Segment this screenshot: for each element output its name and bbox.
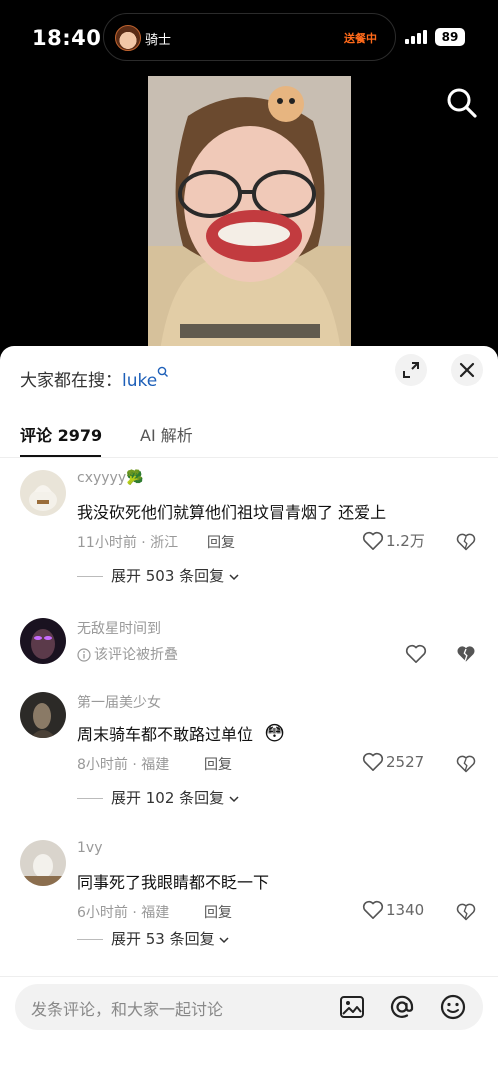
divider — [0, 457, 498, 458]
search-icon[interactable] — [446, 87, 478, 119]
battery-icon: 89 — [435, 28, 465, 46]
broken-heart-icon[interactable] — [456, 902, 476, 922]
expand-replies-label: 展开 503 条回复 — [111, 567, 225, 585]
comment-username[interactable]: cxyyyy🥦 — [77, 470, 144, 486]
emoji: 😳 — [264, 721, 285, 745]
expand-replies-label: 展开 102 条回复 — [111, 789, 225, 807]
heart-outline-icon — [362, 752, 384, 771]
broken-heart-filled-icon[interactable] — [456, 644, 476, 664]
chevron-down-icon — [219, 937, 229, 944]
island-avatar — [115, 25, 141, 51]
dynamic-island[interactable]: 骑士 送餐中 — [103, 13, 396, 61]
like-button[interactable]: 1340 — [362, 900, 424, 920]
comment-text: 我没砍死他们就算他们祖坟冒青烟了 还爱上 — [77, 503, 387, 522]
comment-text-body: 周末骑车都不敢路过单位 — [77, 725, 254, 744]
clock: 18:40 — [32, 26, 102, 50]
reply-button[interactable]: 回复 — [204, 754, 232, 774]
heart-outline-icon[interactable] — [405, 644, 427, 664]
expand-replies[interactable]: 展开 53 条回复 — [77, 928, 229, 949]
collapse-button[interactable] — [395, 354, 427, 386]
comment-input[interactable]: 发条评论，和大家一起讨论 — [15, 984, 483, 1030]
close-icon — [459, 362, 475, 378]
search-suggestion-prefix: 大家都在搜： — [20, 371, 122, 391]
search-suggestion[interactable]: 大家都在搜：luke — [20, 366, 169, 391]
divider — [77, 939, 103, 940]
video-thumbnail — [148, 76, 351, 366]
expand-replies[interactable]: 展开 102 条回复 — [77, 787, 239, 808]
tab-ai-analysis[interactable]: AI 解析 — [140, 422, 193, 446]
emoji-icon[interactable] — [438, 992, 468, 1022]
comment-input-placeholder: 发条评论，和大家一起讨论 — [31, 1000, 224, 1019]
search-small-icon — [157, 366, 169, 377]
divider — [77, 576, 103, 577]
status-bar: 18:40 骑士 送餐中 89 — [0, 0, 498, 76]
comment-item: 第一届美少女 周末骑车都不敢路过单位 😳 8小时前 · 福建 回复 2527 展… — [0, 692, 498, 807]
at-icon[interactable] — [387, 992, 417, 1022]
like-count: 2527 — [386, 753, 425, 771]
image-icon[interactable] — [337, 992, 367, 1022]
divider — [0, 976, 498, 977]
video-player[interactable] — [0, 76, 498, 366]
comment-item: 无敌星时间到 该评论被折叠 — [0, 618, 498, 668]
collapse-icon — [403, 362, 419, 378]
divider — [77, 798, 103, 799]
heart-outline-icon — [362, 531, 384, 550]
comment-username[interactable]: 第一届美少女 — [77, 692, 161, 712]
island-title: 骑士 — [145, 33, 172, 48]
avatar[interactable] — [20, 470, 66, 516]
reply-button[interactable]: 回复 — [204, 902, 232, 922]
info-icon — [77, 648, 91, 662]
comment-text: 周末骑车都不敢路过单位 😳 — [77, 721, 285, 745]
comment-tabs: 评论 2979 AI 解析 — [0, 418, 498, 458]
comment-username[interactable]: 1vy — [77, 840, 102, 856]
comment-item: 1vy 同事死了我眼睛都不眨一下 6小时前 · 福建 回复 1340 展开 53… — [0, 840, 498, 952]
signal-icon — [405, 30, 427, 44]
collapsed-note-text: 该评论被折叠 — [94, 647, 178, 663]
video-frame[interactable] — [148, 76, 351, 366]
comment-meta: 11小时前 · 浙江 — [77, 535, 179, 551]
avatar[interactable] — [20, 692, 66, 738]
comment-meta: 8小时前 · 福建 — [77, 757, 170, 773]
broken-heart-icon[interactable] — [456, 532, 476, 552]
chevron-down-icon — [229, 574, 239, 581]
tab-comments[interactable]: 评论 2979 — [20, 422, 102, 446]
comment-text: 同事死了我眼睛都不眨一下 — [77, 873, 270, 892]
like-button[interactable]: 1.2万 — [362, 530, 425, 551]
like-count: 1.2万 — [386, 532, 425, 550]
app-root: 18:40 骑士 送餐中 89 大家都在搜：luke 评论 2979 AI 解析… — [0, 0, 498, 1080]
like-count: 1340 — [386, 901, 425, 919]
comment-meta: 6小时前 · 福建 — [77, 905, 170, 921]
heart-outline-icon — [362, 900, 384, 919]
like-button[interactable]: 2527 — [362, 752, 424, 772]
island-status: 送餐中 — [344, 32, 377, 45]
comment-username[interactable]: 无敌星时间到 — [77, 618, 161, 638]
comment-item: cxyyyy🥦 我没砍死他们就算他们祖坟冒青烟了 还爱上 11小时前 · 浙江 … — [0, 470, 498, 585]
avatar[interactable] — [20, 840, 66, 886]
comment-sheet: 大家都在搜：luke 评论 2979 AI 解析 cxyyyy🥦 我没砍死他们就… — [0, 346, 498, 1080]
collapsed-note: 该评论被折叠 — [77, 644, 178, 664]
reply-button[interactable]: 回复 — [207, 532, 235, 552]
chevron-down-icon — [229, 796, 239, 803]
expand-replies-label: 展开 53 条回复 — [111, 930, 215, 948]
broken-heart-icon[interactable] — [456, 754, 476, 774]
close-button[interactable] — [451, 354, 483, 386]
avatar[interactable] — [20, 618, 66, 664]
expand-replies[interactable]: 展开 503 条回复 — [77, 565, 239, 586]
search-suggestion-keyword[interactable]: luke — [122, 371, 157, 391]
